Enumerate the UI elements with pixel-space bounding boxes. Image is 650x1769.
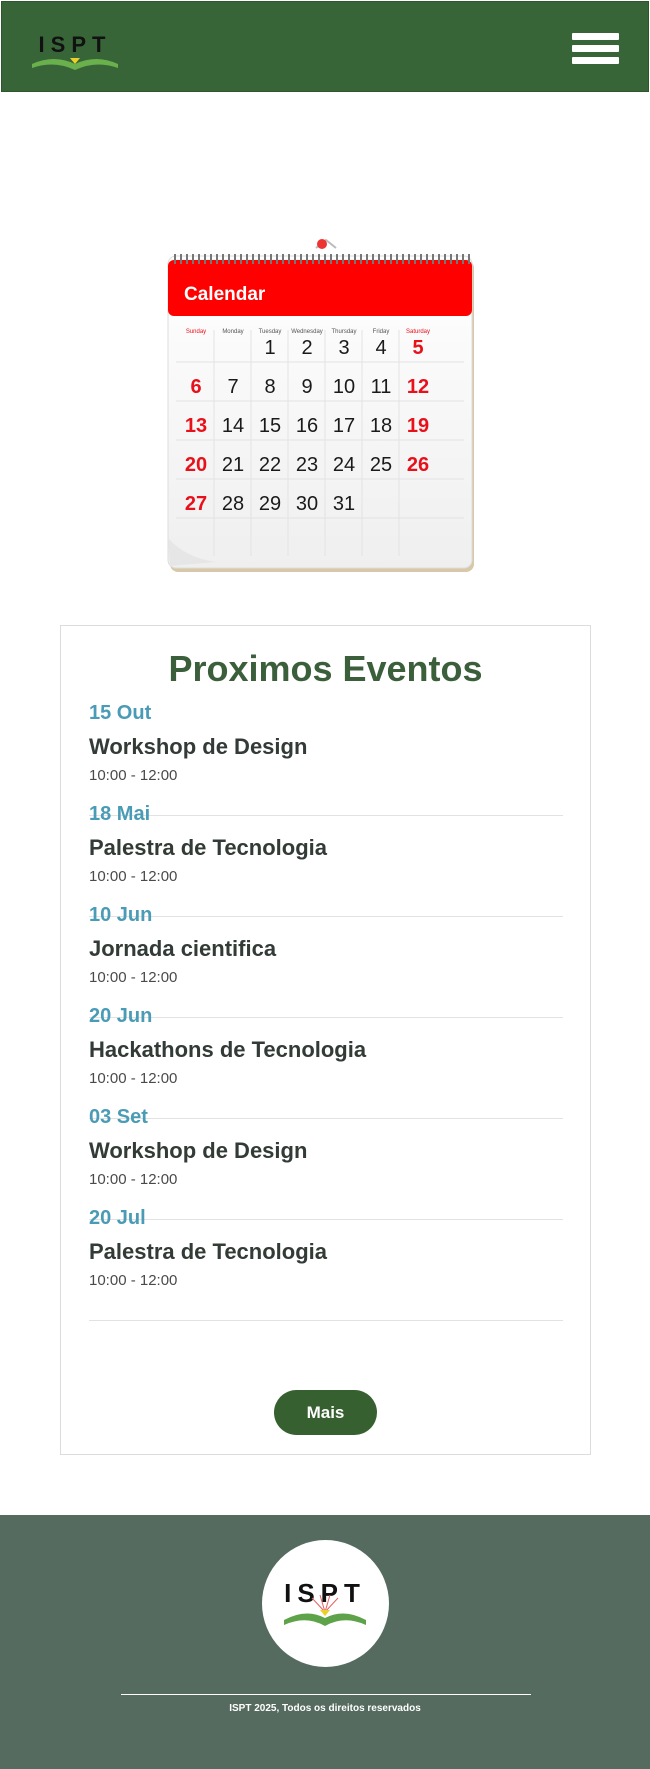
calendar-illustration: Calendar Sunday Monday Tuesday Wednesday Thu…	[166, 238, 478, 578]
calendar-day: 16	[296, 415, 318, 437]
calendar-day: 18	[370, 415, 392, 437]
event-time: 10:00 - 12:00	[89, 868, 178, 885]
event-name: Palestra de Tecnologia	[89, 1239, 328, 1264]
event-time: 10:00 - 12:00	[89, 1272, 178, 1289]
calendar-day: 19	[407, 415, 429, 437]
event-date: 20 Jul	[89, 1207, 146, 1229]
calendar-weekday-label: Sunday	[186, 329, 206, 335]
event-name: Hackathons de Tecnologia	[89, 1037, 367, 1062]
event-item[interactable]: 10 Jun Jornada cientifica 10:00 - 12:00	[89, 904, 563, 1018]
event-item[interactable]: 15 Out Workshop de Design 10:00 - 12:00	[89, 702, 563, 816]
calendar-day: 25	[370, 454, 392, 476]
calendar-weekday-label: Wednesday	[291, 329, 323, 335]
calendar-day: 8	[264, 376, 275, 398]
event-date: 15 Out	[89, 702, 152, 724]
calendar-weekday-label: Monday	[222, 329, 243, 335]
calendar-weekday-label: Thursday	[331, 329, 356, 335]
calendar-day: 7	[227, 376, 238, 398]
calendar-day: 10	[333, 376, 355, 398]
site-header: ISPT	[1, 1, 649, 92]
calendar-day: 17	[333, 415, 355, 437]
event-date: 18 Mai	[89, 803, 151, 825]
svg-text:Calendar: Calendar	[184, 284, 266, 305]
calendar-day: 4	[375, 337, 386, 359]
calendar-day: 9	[301, 376, 312, 398]
footer-divider	[121, 1694, 531, 1695]
event-date: 03 Set	[89, 1106, 148, 1128]
calendar-weekday-label: Saturday	[406, 329, 430, 335]
site-footer: ISPT ISPT 2025, Todos os direitos reserv…	[0, 1515, 650, 1769]
event-name: Workshop de Design	[89, 734, 308, 759]
calendar-day: 5	[412, 337, 423, 359]
calendar-day: 26	[407, 454, 429, 476]
events-title: Proximos Eventos	[168, 648, 483, 689]
calendar-day: 1	[264, 337, 275, 359]
event-time: 10:00 - 12:00	[89, 1070, 178, 1087]
calendar-day: 6	[190, 376, 201, 398]
calendar-day: 29	[259, 493, 281, 515]
event-date: 20 Jun	[89, 1005, 153, 1027]
calendar-day: 20	[185, 454, 207, 476]
calendar-day: 11	[371, 376, 392, 398]
event-name: Workshop de Design	[89, 1138, 308, 1163]
calendar-day: 2	[301, 337, 312, 359]
calendar-day: 12	[407, 376, 429, 398]
footer-logo[interactable]: ISPT	[262, 1540, 389, 1667]
event-item[interactable]: 20 Jun Hackathons de Tecnologia 10:00 - 12…	[89, 1005, 563, 1119]
upcoming-events-panel: Proximos Eventos 15 Out Workshop de Desig…	[60, 625, 591, 1455]
logo-text: ISPT	[39, 32, 112, 57]
svg-text:ISPT: ISPT	[284, 1578, 366, 1608]
calendar-day: 3	[338, 337, 349, 359]
event-name: Jornada cientifica	[89, 936, 277, 961]
event-time: 10:00 - 12:00	[89, 969, 178, 986]
calendar-day: 27	[185, 493, 207, 515]
calendar-day: 21	[222, 454, 244, 476]
event-date: 10 Jun	[89, 904, 153, 926]
calendar-day: 13	[185, 415, 207, 437]
more-events-button[interactable]: Mais	[274, 1390, 377, 1435]
calendar-day: 31	[333, 493, 355, 515]
calendar-day: 24	[333, 454, 355, 476]
calendar-day: 30	[296, 493, 318, 515]
event-time: 10:00 - 12:00	[89, 767, 178, 784]
calendar-day: 28	[222, 493, 244, 515]
event-item[interactable]: 03 Set Workshop de Design 10:00 - 12:00	[89, 1106, 563, 1220]
calendar-day: 15	[259, 415, 281, 437]
calendar-day: 14	[222, 415, 244, 437]
calendar-weekday-label: Tuesday	[259, 329, 282, 335]
event-time: 10:00 - 12:00	[89, 1171, 178, 1188]
calendar-weekday-label: Friday	[373, 329, 390, 335]
calendar-icon: Calendar Sunday Monday Tuesday Wednesday Thu…	[167, 238, 474, 572]
calendar-day: 22	[259, 454, 281, 476]
ispt-logo[interactable]: ISPT	[30, 20, 120, 78]
event-item[interactable]: 18 Mai Palestra de Tecnologia 10:00 - 12:0…	[89, 803, 563, 917]
hamburger-menu-icon[interactable]	[572, 33, 619, 71]
footer-copyright: ISPT 2025, Todos os direitos reservados	[229, 1703, 421, 1714]
ispt-logo-icon: ISPT	[284, 1578, 366, 1626]
event-name: Palestra de Tecnologia	[89, 835, 328, 860]
event-item[interactable]: 20 Jul Palestra de Tecnologia 10:00 - 12:0…	[89, 1207, 563, 1321]
calendar-day: 23	[296, 454, 318, 476]
